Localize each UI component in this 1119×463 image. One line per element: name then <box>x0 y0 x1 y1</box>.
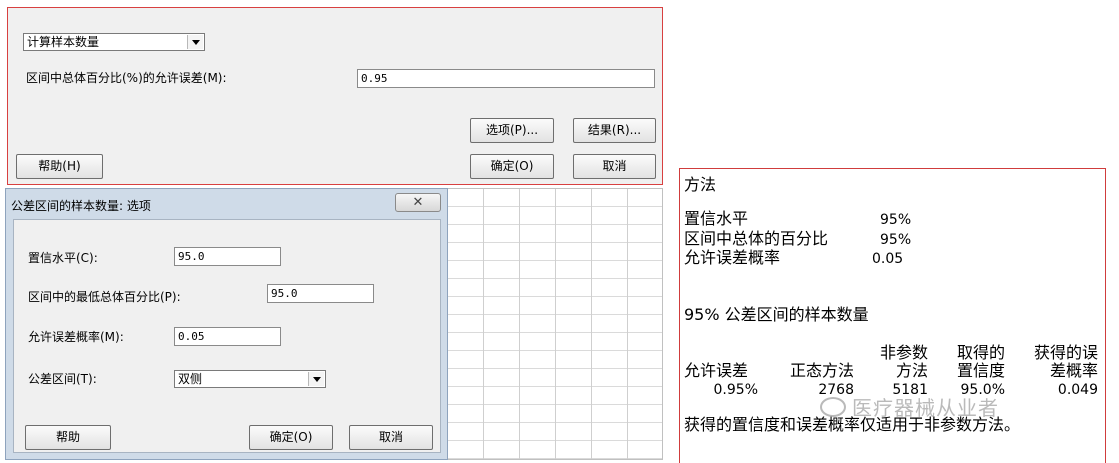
main-dialog: 计算样本数量 区间中总体百分比(%)的允许误差(M): 0.95 选项(P)..… <box>7 7 663 185</box>
confidence-level-value: 95% <box>880 212 912 228</box>
cell-obtained: 0.049 <box>1057 382 1098 398</box>
confidence-level-input[interactable]: 95.0 <box>174 247 281 266</box>
error-probability-value: 0.05 <box>178 330 205 343</box>
results-button[interactable]: 结果(R)... <box>573 118 656 143</box>
confidence-level-label: 置信水平 <box>684 209 749 228</box>
options-button[interactable]: 选项(P)... <box>470 118 554 143</box>
error-probability-input[interactable]: 0.05 <box>174 327 281 346</box>
chevron-down-icon[interactable] <box>187 35 203 49</box>
watermark-text: 医疗器械从业者 <box>852 396 999 420</box>
col-achieved-header-1: 取得的 <box>956 343 1005 362</box>
help-button[interactable]: 帮助(H) <box>16 154 103 179</box>
error-probability-label: 允许误差概率 <box>684 248 781 267</box>
options-ok-button[interactable]: 确定(O) <box>249 425 333 450</box>
watermark: 医疗器械从业者 <box>820 392 999 421</box>
confidence-level-value: 95.0 <box>178 250 205 263</box>
population-percent-label: 区间中总体的百分比 <box>684 229 829 248</box>
cell-allowed-error: 0.95% <box>713 382 758 398</box>
col-nonparam-header-2: 方法 <box>895 361 928 380</box>
col-obtained-header-1: 获得的误 <box>1033 343 1098 362</box>
col-nonparam-header-1: 非参数 <box>879 343 928 362</box>
col-allowed-error-header: 允许误差 <box>684 361 749 380</box>
wechat-logo-icon <box>820 397 846 417</box>
col-achieved-header-2: 置信度 <box>956 361 1005 380</box>
col-normal-method-header: 正态方法 <box>789 361 854 380</box>
method-heading: 方法 <box>684 175 717 194</box>
chevron-down-icon[interactable] <box>308 372 324 386</box>
min-percent-input[interactable]: 95.0 <box>267 284 374 303</box>
close-icon[interactable]: ✕ <box>395 193 441 212</box>
ok-button[interactable]: 确定(O) <box>470 154 554 179</box>
allowed-error-value: 0.95 <box>361 72 388 85</box>
sample-size-heading: 95% 公差区间的样本数量 <box>684 305 869 324</box>
calculation-dropdown-value: 计算样本数量 <box>27 35 100 49</box>
options-cancel-button[interactable]: 取消 <box>349 425 433 450</box>
tolerance-interval-value: 双侧 <box>178 372 203 386</box>
tolerance-interval-dropdown[interactable]: 双侧 <box>174 370 326 388</box>
tolerance-interval-label: 公差区间(T): <box>28 372 97 386</box>
worksheet-grid[interactable] <box>447 188 663 460</box>
cancel-button[interactable]: 取消 <box>573 154 656 179</box>
options-help-button[interactable]: 帮助 <box>25 425 111 450</box>
min-percent-label: 区间中的最低总体百分比(P): <box>28 290 181 304</box>
col-obtained-header-2: 差概率 <box>1049 361 1098 380</box>
error-probability-value: 0.05 <box>872 251 904 267</box>
confidence-level-label: 置信水平(C): <box>28 251 98 265</box>
population-percent-value: 95% <box>880 232 912 248</box>
allowed-error-label: 区间中总体百分比(%)的允许误差(M): <box>26 71 227 85</box>
min-percent-value: 95.0 <box>271 287 298 300</box>
options-dialog-title: 公差区间的样本数量: 选项 <box>11 199 151 213</box>
error-probability-label: 允许误差概率(M): <box>28 330 124 344</box>
calculation-dropdown[interactable]: 计算样本数量 <box>23 33 205 51</box>
allowed-error-input[interactable]: 0.95 <box>357 69 655 88</box>
options-dialog-body: 置信水平(C): 95.0 区间中的最低总体百分比(P): 95.0 允许误差概… <box>13 219 441 453</box>
